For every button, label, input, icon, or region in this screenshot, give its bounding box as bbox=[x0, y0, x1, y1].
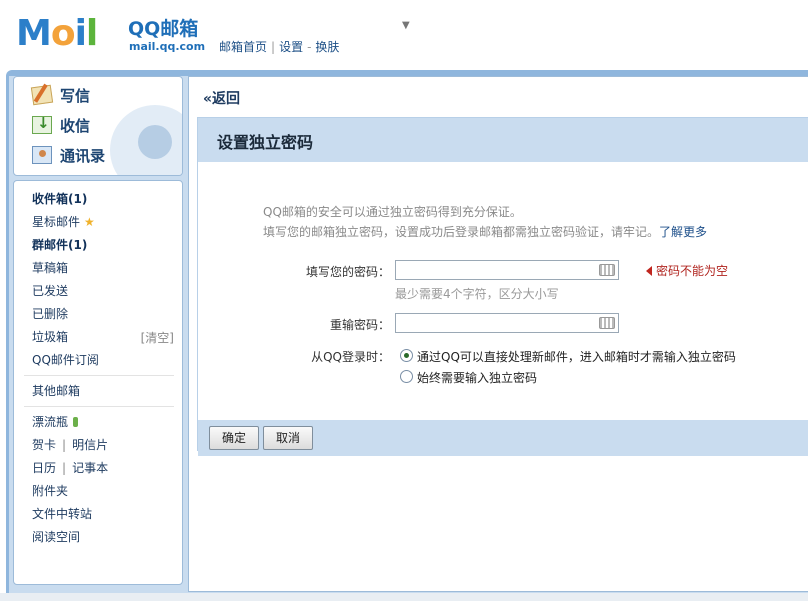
sidebar-item-bottle[interactable]: 漂流瓶 bbox=[32, 414, 79, 430]
password-error-text: 密码不能为空 bbox=[656, 264, 729, 278]
logo-domain: mail.qq.com bbox=[129, 40, 206, 53]
compose-button[interactable]: 写信 bbox=[30, 83, 91, 107]
sidebar-item-subscriptions[interactable]: QQ邮件订阅 bbox=[32, 352, 99, 368]
contacts-icon bbox=[32, 146, 52, 164]
login-option-always-label[interactable]: 始终需要输入独立密码 bbox=[417, 369, 537, 386]
bottle-icon bbox=[73, 417, 79, 427]
qq-mail-page: Moil QQ邮箱 mail.qq.com ▼ 邮箱首页|设置-换肤 写信 收信… bbox=[0, 0, 808, 601]
sidebar-item-reading[interactable]: 阅读空间 bbox=[32, 529, 80, 545]
panel-footer: 确定 取消 bbox=[198, 420, 808, 456]
sidebar-item-other[interactable]: 其他邮箱 bbox=[32, 383, 80, 399]
keyboard-icon[interactable] bbox=[599, 317, 615, 329]
top-nav: 邮箱首页 | 设置 - 换肤 bbox=[219, 38, 339, 55]
panel-header: 设置独立密码 bbox=[198, 118, 808, 162]
back-link[interactable]: «返回 bbox=[203, 88, 240, 108]
sidebar-item-starred[interactable]: 星标邮件 ★ bbox=[32, 214, 95, 230]
sidebar-item-spam[interactable]: 垃圾箱 bbox=[32, 329, 68, 345]
bottom-strip bbox=[0, 593, 808, 601]
error-arrow-icon bbox=[646, 266, 652, 276]
write-icon bbox=[30, 84, 54, 106]
sidebar-item-calendar-notes: 日历 | 记事本 bbox=[32, 460, 108, 476]
logo-mail-text: Moil bbox=[16, 13, 98, 54]
nav-separator: - bbox=[307, 40, 312, 54]
sidebar-folders: 收件箱(1) 星标邮件 ★ 群邮件(1) 草稿箱 已发送 已删除 垃圾箱 [清空]… bbox=[13, 180, 183, 585]
account-dropdown-icon[interactable]: ▼ bbox=[402, 20, 410, 31]
login-option-qq-label[interactable]: 通过QQ可以直接处理新邮件，进入邮箱时才需输入独立密码 bbox=[417, 348, 736, 365]
confirm-password-input[interactable] bbox=[395, 313, 619, 333]
login-option-qq-radio[interactable] bbox=[400, 349, 413, 362]
password-input[interactable] bbox=[395, 260, 619, 280]
main-content: «返回 设置独立密码 QQ邮箱的安全可以通过独立密码得到充分保证。 填写您的邮箱… bbox=[188, 76, 808, 592]
sidebar-divider bbox=[24, 375, 174, 376]
inbox-download-icon bbox=[32, 114, 52, 134]
account-area[interactable] bbox=[218, 18, 398, 38]
header: Moil QQ邮箱 mail.qq.com ▼ 邮箱首页 | 设置 - 换肤 bbox=[0, 0, 808, 70]
sidebar-item-sent[interactable]: 已发送 bbox=[32, 283, 68, 299]
info-text: QQ邮箱的安全可以通过独立密码得到充分保证。 bbox=[263, 205, 522, 219]
bottle-label: 漂流瓶 bbox=[32, 415, 69, 429]
sidebar-item-cards: 贺卡 | 明信片 bbox=[32, 437, 108, 453]
sidebar-item-transfer[interactable]: 文件中转站 bbox=[32, 506, 92, 522]
calendar-link[interactable]: 日历 bbox=[32, 461, 56, 475]
sidebar-actions: 写信 收信 通讯录 bbox=[13, 76, 183, 176]
nav-separator: | bbox=[271, 40, 276, 54]
link-separator: | bbox=[62, 461, 67, 475]
postcard-link[interactable]: 明信片 bbox=[72, 438, 108, 452]
starred-label: 星标邮件 bbox=[32, 215, 81, 229]
password-panel: 设置独立密码 QQ邮箱的安全可以通过独立密码得到充分保证。 填写您的邮箱独立密码… bbox=[197, 117, 808, 456]
sidebar-item-group[interactable]: 群邮件(1) bbox=[32, 237, 87, 253]
contacts-label: 通讯录 bbox=[60, 146, 106, 165]
clear-spam-link[interactable]: [清空] bbox=[141, 329, 174, 346]
sidebar-divider bbox=[24, 406, 174, 407]
nav-settings-link[interactable]: 设置 bbox=[279, 40, 303, 54]
notes-link[interactable]: 记事本 bbox=[72, 461, 108, 475]
sidebar-item-deleted[interactable]: 已删除 bbox=[32, 306, 68, 322]
page-title: 设置独立密码 bbox=[217, 133, 314, 152]
keyboard-icon[interactable] bbox=[599, 264, 615, 276]
qq-mail-logo[interactable]: Moil QQ邮箱 mail.qq.com bbox=[16, 12, 206, 58]
receive-label: 收信 bbox=[60, 116, 91, 135]
receive-button[interactable]: 收信 bbox=[32, 113, 90, 137]
password-label: 填写您的密码： bbox=[305, 265, 390, 279]
login-mode-label: 从QQ登录时： bbox=[311, 350, 390, 364]
cancel-button[interactable]: 取消 bbox=[263, 426, 313, 450]
password-hint: 最少需要4个字符，区分大小写 bbox=[395, 287, 559, 301]
info-text-2: 填写您的邮箱独立密码，设置成功后登录邮箱都需独立密码验证，请牢记。了解更多 bbox=[263, 223, 707, 240]
card-link[interactable]: 贺卡 bbox=[32, 438, 56, 452]
password-error: 密码不能为空 bbox=[646, 262, 728, 279]
sidebar-item-drafts[interactable]: 草稿箱 bbox=[32, 260, 68, 276]
compose-label: 写信 bbox=[60, 86, 91, 105]
decoration-dot bbox=[138, 125, 172, 159]
info-text-body: 填写您的邮箱独立密码，设置成功后登录邮箱都需独立密码验证，请牢记。 bbox=[263, 225, 660, 239]
learn-more-link[interactable]: 了解更多 bbox=[659, 225, 707, 239]
confirm-button[interactable]: 确定 bbox=[209, 426, 259, 450]
confirm-password-label: 重输密码： bbox=[329, 318, 390, 332]
star-icon: ★ bbox=[84, 215, 95, 229]
nav-skin-link[interactable]: 换肤 bbox=[315, 40, 339, 54]
sidebar-item-inbox[interactable]: 收件箱(1) bbox=[32, 191, 87, 207]
sidebar-item-attachments[interactable]: 附件夹 bbox=[32, 483, 68, 499]
nav-home-link[interactable]: 邮箱首页 bbox=[219, 40, 267, 54]
contacts-button[interactable]: 通讯录 bbox=[32, 143, 105, 167]
logo-brand: QQ邮箱 bbox=[128, 18, 199, 40]
login-option-always-radio[interactable] bbox=[400, 370, 413, 383]
link-separator: | bbox=[62, 438, 67, 452]
